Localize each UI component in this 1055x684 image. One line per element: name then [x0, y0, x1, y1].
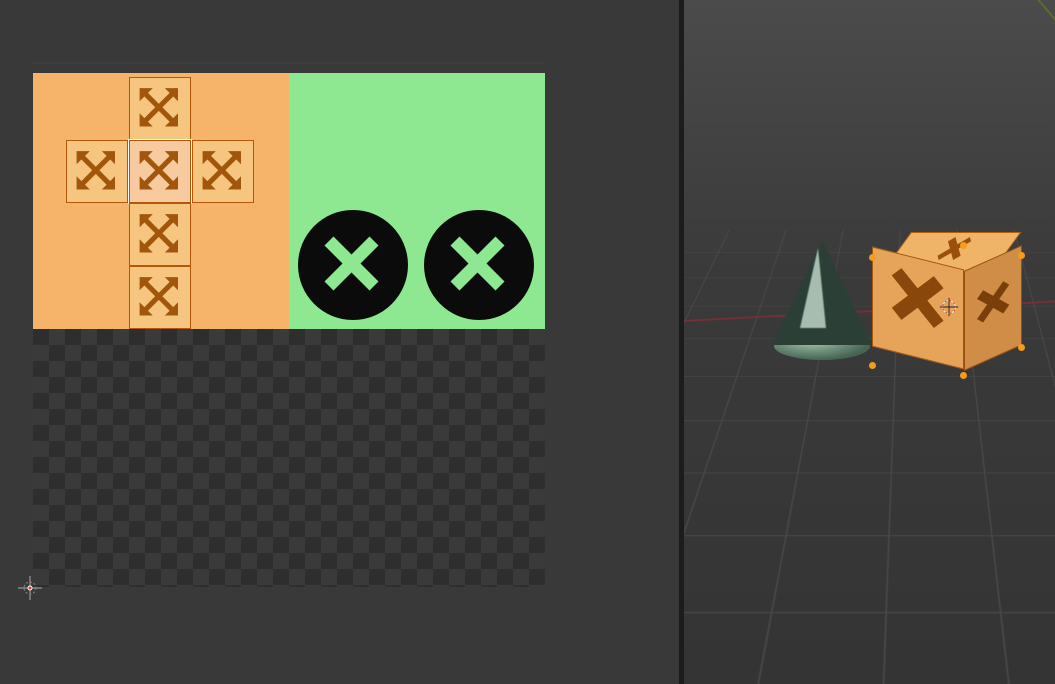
arrows-icon	[136, 273, 184, 322]
uv-face-right[interactable]	[192, 140, 254, 203]
x-icon	[323, 235, 383, 295]
uv-face-bottom[interactable]	[129, 203, 191, 266]
arrows-icon	[199, 147, 247, 196]
object-cube[interactable]	[872, 232, 1022, 382]
uv-face-left[interactable]	[66, 140, 128, 203]
uv-editor-panel[interactable]	[0, 0, 680, 684]
x-icon	[449, 235, 509, 295]
arrows-icon	[136, 147, 184, 196]
uv-face-top[interactable]	[129, 77, 191, 140]
arrows-icon	[136, 84, 184, 133]
arrows-icon	[136, 210, 184, 259]
viewport-3d[interactable]	[684, 0, 1055, 684]
uv-face-back[interactable]	[129, 266, 191, 329]
texture-x-disk-0	[298, 210, 408, 320]
arrows-icon	[73, 147, 121, 196]
app-root	[0, 0, 1055, 684]
uv-top-edge	[32, 62, 544, 64]
object-cone[interactable]	[772, 240, 872, 360]
uv-face-front[interactable]	[129, 140, 191, 203]
texture-x-disk-1	[424, 210, 534, 320]
uv-image-area[interactable]	[33, 73, 545, 587]
